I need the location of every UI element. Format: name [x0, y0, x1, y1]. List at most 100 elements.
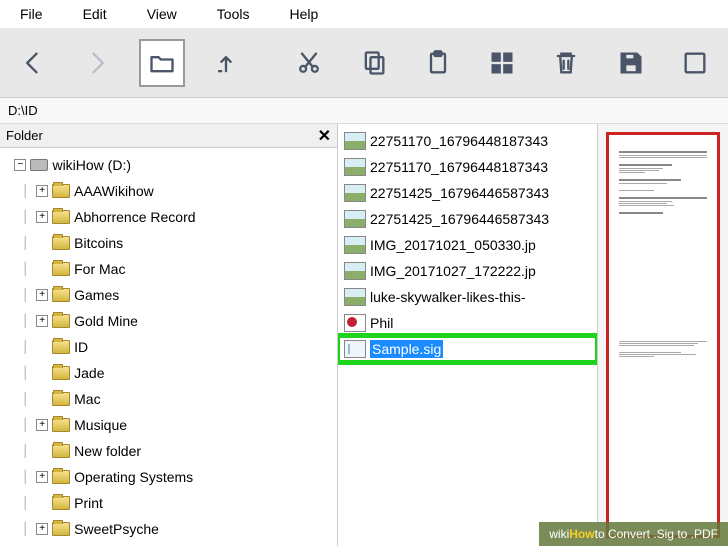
new-window-button[interactable]	[672, 39, 718, 87]
folder-icon	[52, 184, 70, 198]
file-item-selected[interactable]: Sample.sig	[338, 336, 597, 362]
img-thumb-icon	[344, 262, 366, 280]
delete-button[interactable]	[543, 39, 589, 87]
file-name: Phil	[370, 315, 393, 331]
drive-icon	[30, 159, 48, 171]
img-thumb-icon	[344, 236, 366, 254]
toolbar	[0, 28, 728, 98]
preview-document	[606, 132, 720, 538]
folder-icon	[52, 418, 70, 432]
preview-panel	[598, 124, 728, 546]
back-button[interactable]	[10, 39, 56, 87]
expand-toggle[interactable]: +	[36, 315, 48, 327]
folder-icon	[52, 496, 70, 510]
file-item[interactable]: Phil	[338, 310, 597, 336]
file-item[interactable]: luke-skywalker-likes-this-	[338, 284, 597, 310]
tree-item-label: For Mac	[74, 261, 125, 277]
folder-icon	[52, 288, 70, 302]
folder-icon	[52, 522, 70, 536]
tree-item[interactable]: │ +SweetPsyche	[0, 516, 337, 542]
tree-item[interactable]: │ Print	[0, 490, 337, 516]
tree-item-label: AAAWikihow	[74, 183, 154, 199]
menu-help[interactable]: Help	[289, 6, 318, 22]
expand-toggle[interactable]: +	[36, 289, 48, 301]
tree-item[interactable]: │ For Mac	[0, 256, 337, 282]
tree-item-label: Operating Systems	[74, 469, 193, 485]
tree-item[interactable]: │ +Gold Mine	[0, 308, 337, 334]
menu-edit[interactable]: Edit	[83, 6, 107, 22]
img-thumb-icon	[344, 210, 366, 228]
file-name: luke-skywalker-likes-this-	[370, 289, 526, 305]
tree-root[interactable]: −wikiHow (D:)	[0, 152, 337, 178]
expand-toggle[interactable]: +	[36, 471, 48, 483]
tree-item-label: Abhorrence Record	[74, 209, 195, 225]
img-thumb-icon	[344, 158, 366, 176]
expand-toggle[interactable]: +	[36, 185, 48, 197]
tree-item[interactable]: │ Bitcoins	[0, 230, 337, 256]
folder-panel-close[interactable]: ✕	[318, 126, 331, 146]
file-item[interactable]: 22751425_16796446587343	[338, 206, 597, 232]
tree-item[interactable]: │ +AAAWikihow	[0, 178, 337, 204]
tree-item-label: Jade	[74, 365, 104, 381]
tree-item[interactable]: │ Mac	[0, 386, 337, 412]
tree-item[interactable]: │ +Games	[0, 282, 337, 308]
tree-item[interactable]: │ Jade	[0, 360, 337, 386]
folder-icon	[52, 314, 70, 328]
path-bar[interactable]: D:\ID	[0, 98, 728, 124]
folder-icon	[52, 444, 70, 458]
file-item[interactable]: IMG_20171027_172222.jp	[338, 258, 597, 284]
tree-item[interactable]: │ +Musique	[0, 412, 337, 438]
tree-item-label: Print	[74, 495, 103, 511]
cut-button[interactable]	[286, 39, 332, 87]
folder-icon	[52, 236, 70, 250]
tree-item[interactable]: │ ID	[0, 334, 337, 360]
file-item[interactable]: 22751170_16796448187343	[338, 154, 597, 180]
watermark: wikiHow to Convert .Sig to .PDF	[539, 522, 728, 546]
menu-tools[interactable]: Tools	[217, 6, 250, 22]
folder-icon	[52, 366, 70, 380]
folder-panel: Folder ✕ −wikiHow (D:) │ +AAAWikihow │ +…	[0, 124, 338, 546]
save-button[interactable]	[608, 39, 654, 87]
forward-button[interactable]	[74, 39, 120, 87]
tree-item-label: Games	[74, 287, 119, 303]
file-item[interactable]: 22751425_16796446587343	[338, 180, 597, 206]
folder-icon	[52, 210, 70, 224]
tree-item-label: New folder	[74, 443, 141, 459]
folder-icon	[52, 470, 70, 484]
tree-item-label: Bitcoins	[74, 235, 123, 251]
file-name: 22751170_16796448187343	[370, 159, 548, 175]
file-name: IMG_20171021_050330.jp	[370, 237, 536, 253]
img-thumb-icon	[344, 288, 366, 306]
img-thumb-icon	[344, 184, 366, 202]
folder-icon	[52, 340, 70, 354]
file-name: IMG_20171027_172222.jp	[370, 263, 536, 279]
copy-button[interactable]	[350, 39, 396, 87]
tree-item-label: Mac	[74, 391, 100, 407]
grid-view-button[interactable]	[479, 39, 525, 87]
folder-icon	[52, 262, 70, 276]
file-item[interactable]: 22751170_16796448187343	[338, 128, 597, 154]
tree-item[interactable]: │ New folder	[0, 438, 337, 464]
menu-file[interactable]: File	[20, 6, 43, 22]
tree-item-label: Gold Mine	[74, 313, 138, 329]
pdf-thumb-icon	[344, 314, 366, 332]
file-name: 22751425_16796446587343	[370, 185, 549, 201]
folder-icon	[52, 392, 70, 406]
open-folder-button[interactable]	[139, 39, 185, 87]
paste-button[interactable]	[415, 39, 461, 87]
expand-toggle[interactable]: +	[36, 211, 48, 223]
file-name: 22751425_16796446587343	[370, 211, 549, 227]
menu-view[interactable]: View	[147, 6, 177, 22]
folder-panel-title: Folder	[6, 128, 43, 143]
doc-thumb-icon	[344, 340, 366, 358]
file-name: Sample.sig	[370, 340, 443, 358]
file-list[interactable]: 22751170_16796448187343 22751170_16796448…	[338, 124, 598, 546]
tree-item[interactable]: │ +Abhorrence Record	[0, 204, 337, 230]
img-thumb-icon	[344, 132, 366, 150]
file-item[interactable]: IMG_20171021_050330.jp	[338, 232, 597, 258]
expand-toggle[interactable]: +	[36, 523, 48, 535]
up-button[interactable]	[203, 39, 249, 87]
tree-item[interactable]: │ +Operating Systems	[0, 464, 337, 490]
folder-tree[interactable]: −wikiHow (D:) │ +AAAWikihow │ +Abhorrenc…	[0, 148, 337, 546]
expand-toggle[interactable]: +	[36, 419, 48, 431]
